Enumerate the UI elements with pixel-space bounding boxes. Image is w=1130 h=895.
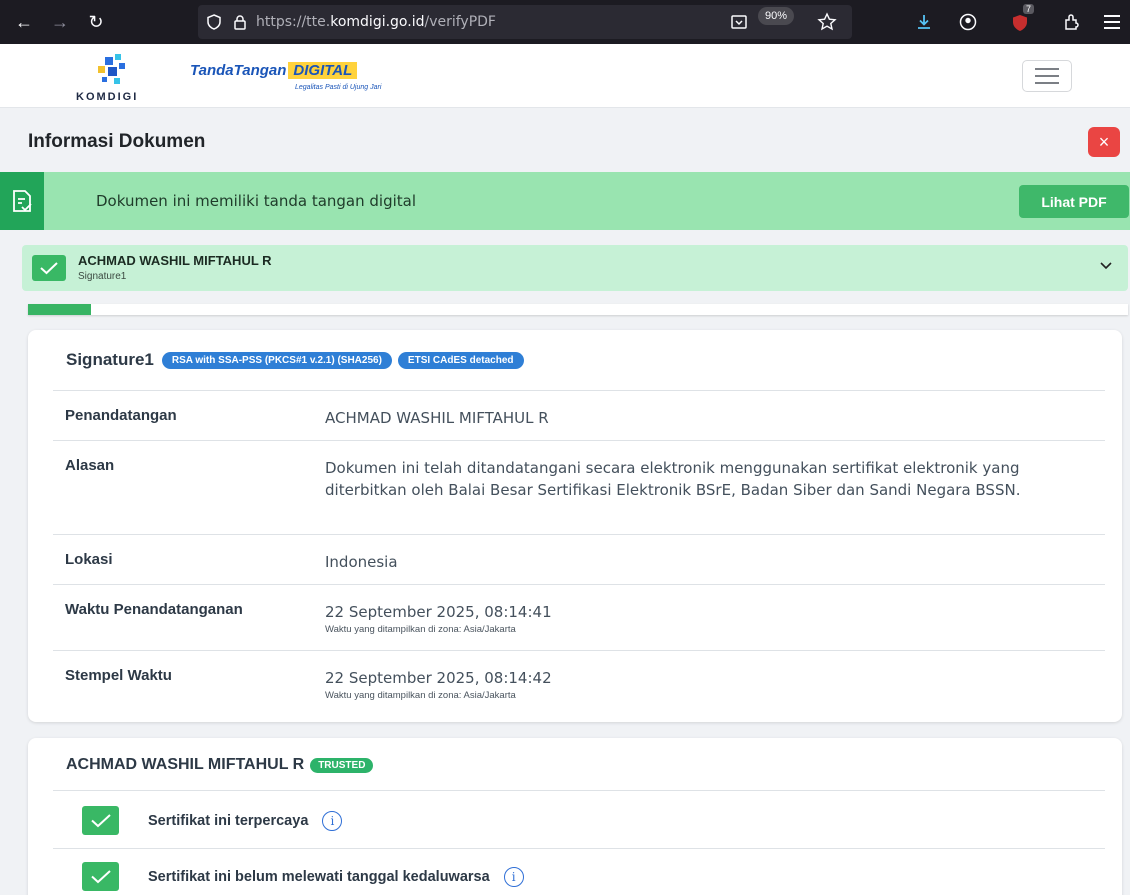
check-icon (82, 862, 119, 891)
info-value: 22 September 2025, 08:14:42 (325, 669, 552, 687)
ublock-shield-icon[interactable] (1010, 13, 1030, 33)
tte-logo[interactable]: TandaTangan DIGITAL (190, 62, 358, 79)
info-row-signer: Penandatangan ACHMAD WASHIL MIFTAHUL R (53, 390, 1105, 440)
info-label: Stempel Waktu (65, 667, 172, 684)
signature-details-card: Signature1 RSA with SSA-PSS (PKCS#1 v.2.… (28, 330, 1122, 722)
shield-icon (207, 14, 221, 30)
bookmark-star-icon[interactable] (817, 12, 837, 32)
back-icon[interactable]: ← (8, 6, 40, 38)
signer-accordion[interactable]: ACHMAD WASHIL MIFTAHUL R Signature1 (22, 245, 1128, 291)
info-icon[interactable]: i (322, 810, 343, 831)
verification-progress (28, 304, 1128, 315)
page-title: Informasi Dokumen (28, 131, 206, 152)
banner-message: Dokumen ini memiliki tanda tangan digita… (96, 192, 417, 210)
certificate-card: ACHMAD WASHIL MIFTAHUL R TRUSTED Sertifi… (28, 738, 1122, 895)
extension-badge: 7 (1023, 4, 1035, 14)
download-icon[interactable] (914, 12, 934, 32)
signer-signature-id: Signature1 (78, 271, 127, 282)
brand-wordmark: KOMDIGI (76, 91, 139, 103)
format-badge: ETSI CAdES detached (397, 351, 524, 369)
reader-view-icon[interactable] (730, 13, 748, 31)
url-text: https://tte.komdigi.go.id/verifyPDF (256, 14, 496, 30)
check-icon (82, 806, 119, 835)
browser-toolbar: ← → ↻ https://tte.komdigi.go.id/verifyPD… (0, 0, 1130, 44)
timezone-note: Waktu yang ditampilkan di zona: Asia/Jak… (325, 624, 516, 635)
algorithm-badge: RSA with SSA-PSS (PKCS#1 v.2.1) (SHA256) (161, 351, 392, 369)
info-row-reason: Alasan Dokumen ini telah ditandatangani … (53, 440, 1105, 534)
info-label: Penandatangan (65, 407, 177, 424)
timezone-note: Waktu yang ditampilkan di zona: Asia/Jak… (325, 690, 516, 701)
tte-tagline: Legalitas Pasti di Ujung Jari (295, 84, 382, 91)
info-value: 22 September 2025, 08:14:41 (325, 603, 552, 621)
signer-name: ACHMAD WASHIL MIFTAHUL R (78, 253, 272, 268)
divider (53, 848, 1105, 849)
info-row-timestamp: Stempel Waktu 22 September 2025, 08:14:4… (53, 650, 1105, 720)
certificate-check-expiry: Sertifikat ini belum melewati tanggal ke… (82, 862, 524, 891)
tte-logo-digital: DIGITAL (288, 62, 358, 79)
document-check-icon (0, 172, 44, 230)
info-label: Waktu Penandatanganan (65, 601, 243, 618)
zoom-level[interactable]: 90% (758, 7, 795, 25)
signature-status-banner: Dokumen ini memiliki tanda tangan digita… (0, 172, 1130, 230)
menu-icon[interactable] (1104, 15, 1120, 29)
signature-header: Signature1 RSA with SSA-PSS (PKCS#1 v.2.… (66, 350, 524, 370)
trusted-badge: TRUSTED (310, 757, 374, 773)
view-pdf-button[interactable]: Lihat PDF (1019, 185, 1129, 218)
progress-fill (28, 304, 91, 315)
tte-logo-text: TandaTangan (190, 62, 287, 79)
chevron-down-icon[interactable] (1100, 259, 1112, 273)
info-value: Dokumen ini telah ditandatangani secara … (325, 459, 1021, 499)
info-value: ACHMAD WASHIL MIFTAHUL R (325, 409, 549, 427)
site-header: KOMDIGI TandaTangan DIGITAL Legalitas Pas… (0, 44, 1130, 108)
info-row-location: Lokasi Indonesia (53, 534, 1105, 584)
info-label: Lokasi (65, 551, 113, 568)
info-row-signing-time: Waktu Penandatanganan 22 September 2025,… (53, 584, 1105, 650)
check-icon (32, 255, 66, 281)
info-value: Indonesia (325, 553, 398, 571)
nav-toggle-button[interactable] (1022, 60, 1072, 92)
check-label: Sertifikat ini belum melewati tanggal ke… (148, 868, 490, 885)
check-label: Sertifikat ini terpercaya (148, 812, 309, 829)
signature-title: Signature1 (66, 350, 154, 369)
forward-icon[interactable]: → (44, 6, 76, 38)
certificate-check-trusted: Sertifikat ini terpercaya i (82, 806, 343, 835)
account-icon[interactable] (958, 12, 978, 32)
address-bar[interactable]: https://tte.komdigi.go.id/verifyPDF (198, 5, 852, 39)
info-icon[interactable]: i (503, 866, 524, 887)
lock-icon (234, 15, 246, 30)
close-button[interactable]: × (1088, 127, 1120, 157)
certificate-owner: ACHMAD WASHIL MIFTAHUL R (66, 756, 305, 773)
info-label: Alasan (65, 457, 115, 474)
extensions-icon[interactable] (1062, 12, 1082, 32)
divider (53, 790, 1105, 791)
reload-icon[interactable]: ↻ (80, 6, 112, 38)
certificate-header: ACHMAD WASHIL MIFTAHUL R TRUSTED (66, 756, 374, 774)
